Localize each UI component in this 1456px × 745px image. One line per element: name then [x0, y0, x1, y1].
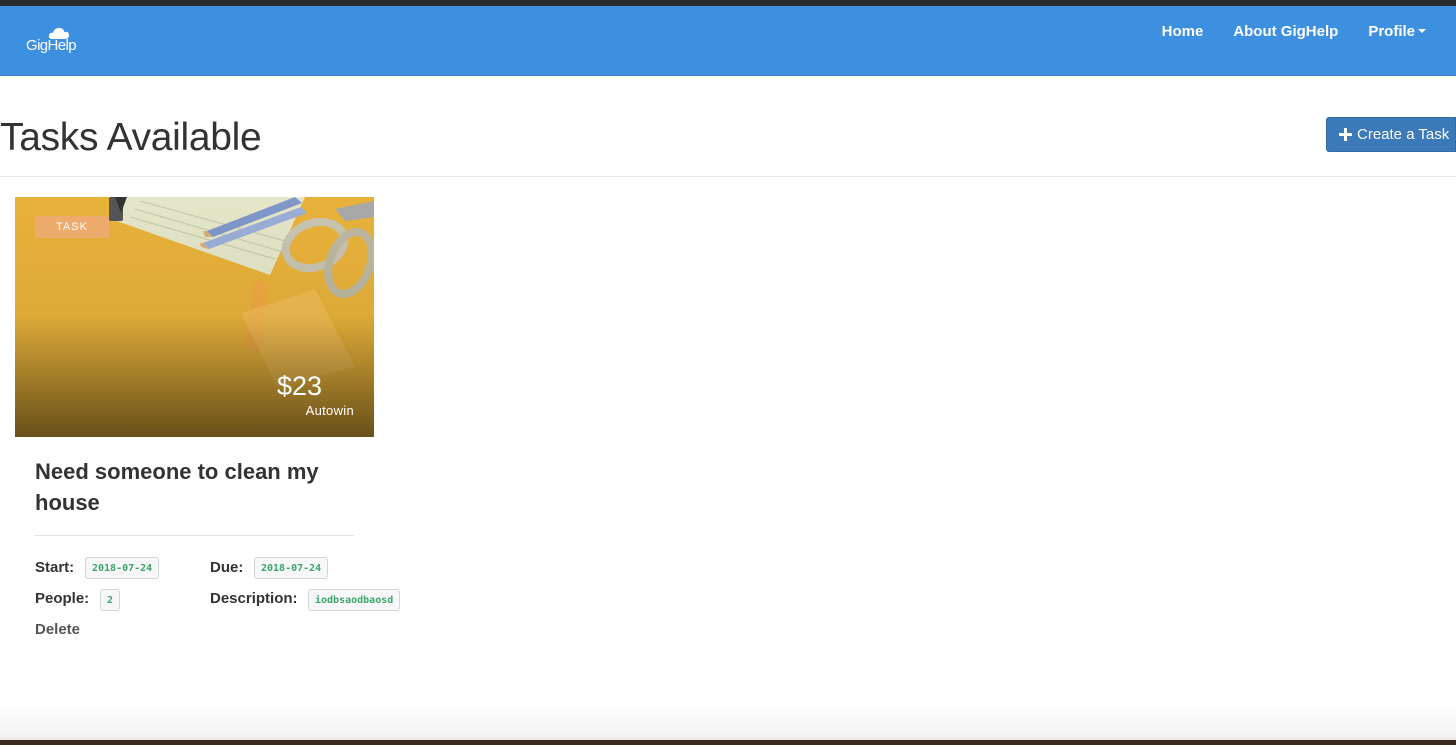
start-date-value: 2018-07-24 [85, 557, 160, 579]
nav-home[interactable]: Home [1162, 23, 1204, 40]
description-value: iodbsaodbaosd [308, 589, 401, 611]
delete-task-link[interactable]: Delete [35, 621, 80, 638]
due-date-value: 2018-07-24 [254, 557, 329, 579]
window-bottom-edge [0, 740, 1456, 745]
people-label: People: [35, 590, 90, 607]
description-label: Description: [210, 590, 298, 607]
brand-name: GigHelp [26, 37, 77, 54]
start-label: Start: [35, 559, 75, 576]
nav-about[interactable]: About GigHelp [1233, 23, 1338, 40]
task-poster: Autowin [305, 403, 354, 418]
brand-logo[interactable]: GigHelp [26, 26, 86, 60]
window-bottom-shadow [0, 700, 1456, 745]
task-tag-badge: TASK [35, 216, 109, 238]
page-title: Tasks Available [0, 116, 262, 159]
nav-profile-label: Profile [1368, 22, 1415, 40]
plus-icon [1339, 128, 1352, 141]
caret-down-icon [1418, 29, 1426, 33]
card-divider [35, 535, 354, 536]
create-task-button[interactable]: Create a Task [1326, 117, 1456, 152]
nav-links: Home About GigHelp Profile [1132, 6, 1426, 56]
people-value: 2 [100, 589, 121, 611]
task-card-image: TASK $23 Autowin [15, 197, 374, 437]
nav-profile-dropdown[interactable]: Profile [1368, 23, 1426, 40]
due-label: Due: [210, 559, 244, 576]
header-divider [0, 176, 1456, 177]
task-title: Need someone to clean my house [35, 459, 319, 515]
create-task-label: Create a Task [1357, 126, 1450, 143]
top-navbar: GigHelp Home About GigHelp Profile [0, 6, 1456, 76]
task-price: $23 [276, 371, 322, 401]
